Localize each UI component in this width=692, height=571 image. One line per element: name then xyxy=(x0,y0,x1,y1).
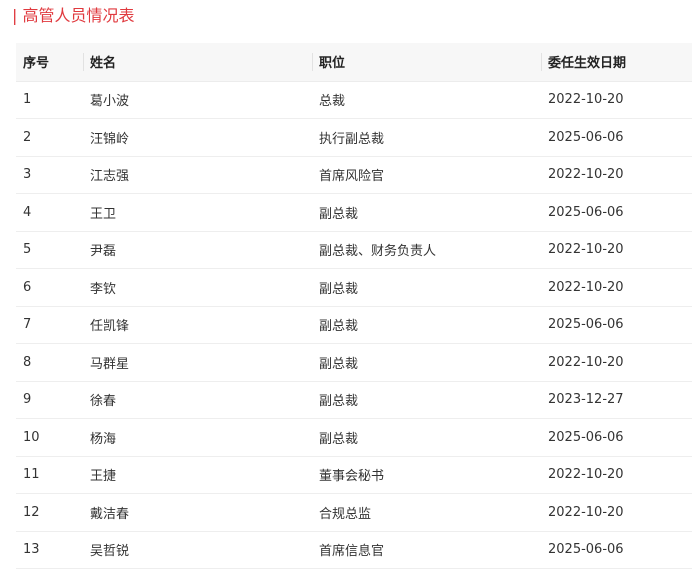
cell-name: 李钦 xyxy=(90,281,117,297)
table-row: 6 李钦 副总裁 2022-10-20 xyxy=(16,269,692,306)
cell-position: 副总裁 xyxy=(319,356,359,372)
cell-position: 执行副总裁 xyxy=(319,131,385,147)
header-name-label: 姓名 xyxy=(90,56,117,72)
cell-position: 副总裁 xyxy=(319,281,359,297)
cell-effective-date: 2022-10-20 xyxy=(548,242,624,258)
cell-effective-date: 2025-06-06 xyxy=(548,317,624,333)
cell-name: 戴洁春 xyxy=(90,506,130,522)
cell-effective-date: 2022-10-20 xyxy=(548,92,624,108)
header-effective-date-label: 委任生效日期 xyxy=(548,56,627,72)
cell-index: 4 xyxy=(23,204,32,220)
header-position: 职位 xyxy=(312,43,541,82)
cell-position: 副总裁 xyxy=(319,394,359,410)
cell-name: 尹磊 xyxy=(90,244,117,260)
header-index: 序号 xyxy=(16,43,83,82)
cell-position: 副总裁 xyxy=(319,206,359,222)
cell-index: 13 xyxy=(23,542,40,558)
table-row: 8 马群星 副总裁 2022-10-20 xyxy=(16,344,692,381)
cell-index: 3 xyxy=(23,167,32,183)
table-row: 13 吴哲锐 首席信息官 2025-06-06 xyxy=(16,531,692,569)
cell-name: 杨海 xyxy=(90,431,117,447)
cell-position: 副总裁 xyxy=(319,319,359,335)
table-row: 4 王卫 副总裁 2025-06-06 xyxy=(16,194,692,231)
table-row: 2 汪锦岭 执行副总裁 2025-06-06 xyxy=(16,119,692,156)
cell-effective-date: 2022-10-20 xyxy=(548,467,624,483)
table-row: 11 王捷 董事会秘书 2022-10-20 xyxy=(16,456,692,494)
cell-effective-date: 2023-12-27 xyxy=(548,392,624,408)
cell-index: 5 xyxy=(23,242,32,258)
header-position-label: 职位 xyxy=(319,56,346,72)
cell-effective-date: 2022-10-20 xyxy=(548,167,624,183)
cell-name: 王卫 xyxy=(90,206,117,222)
table-header-row: 序号 姓名 职位 委任生效日期 xyxy=(16,43,692,82)
cell-position: 总裁 xyxy=(319,94,346,110)
cell-index: 6 xyxy=(23,279,32,295)
table-row: 5 尹磊 副总裁、财务负责人 2022-10-20 xyxy=(16,231,692,269)
cell-position: 首席信息官 xyxy=(319,544,385,560)
cell-index: 12 xyxy=(23,504,40,520)
executives-table: 序号 姓名 职位 委任生效日期 1 葛小波 总裁 2022-10-20 2 汪锦岭 执行副总… xyxy=(16,43,692,569)
table-row: 1 葛小波 总裁 2022-10-20 xyxy=(16,81,692,119)
section-title: | 高管人员情况表 xyxy=(12,6,135,25)
cell-index: 8 xyxy=(23,354,32,370)
cell-effective-date: 2022-10-20 xyxy=(548,354,624,370)
page: | 高管人员情况表 序号 姓名 职位 委任生效日期 1 葛小波 总裁 2022-10-… xyxy=(0,0,692,571)
cell-position: 副总裁、财务负责人 xyxy=(319,244,437,260)
table-body: 1 葛小波 总裁 2022-10-20 2 汪锦岭 执行副总裁 2025-06-06 3 江志强首… xyxy=(16,81,692,569)
cell-position: 首席风险官 xyxy=(319,169,385,185)
cell-index: 11 xyxy=(23,467,40,483)
cell-effective-date: 2022-10-20 xyxy=(548,279,624,295)
cell-name: 任凯锋 xyxy=(90,319,130,335)
table-row: 12 戴洁春 合规总监 2022-10-20 xyxy=(16,494,692,531)
cell-name: 王捷 xyxy=(90,469,117,485)
cell-name: 汪锦岭 xyxy=(90,131,130,147)
cell-effective-date: 2025-06-06 xyxy=(548,542,624,558)
table-row: 7 任凯锋 副总裁 2025-06-06 xyxy=(16,306,692,344)
table-row: 10 杨海 副总裁 2025-06-06 xyxy=(16,419,692,456)
cell-name: 江志强 xyxy=(90,169,130,185)
cell-position: 合规总监 xyxy=(319,506,372,522)
cell-effective-date: 2025-06-06 xyxy=(548,204,624,220)
header-name: 姓名 xyxy=(83,43,312,82)
cell-name: 葛小波 xyxy=(90,94,130,110)
cell-index: 2 xyxy=(23,129,32,145)
column-separator xyxy=(83,53,84,71)
cell-index: 10 xyxy=(23,429,40,445)
cell-effective-date: 2025-06-06 xyxy=(548,129,624,145)
cell-name: 吴哲锐 xyxy=(90,544,130,560)
cell-effective-date: 2025-06-06 xyxy=(548,429,624,445)
cell-position: 董事会秘书 xyxy=(319,469,385,485)
cell-name: 马群星 xyxy=(90,356,130,372)
column-separator xyxy=(312,53,313,71)
cell-index: 9 xyxy=(23,392,32,408)
header-index-label: 序号 xyxy=(23,56,50,72)
cell-index: 7 xyxy=(23,317,32,333)
cell-effective-date: 2022-10-20 xyxy=(548,504,624,520)
cell-index: 1 xyxy=(23,92,32,108)
header-effective-date: 委任生效日期 xyxy=(541,43,692,82)
cell-name: 徐春 xyxy=(90,394,117,410)
cell-position: 副总裁 xyxy=(319,431,359,447)
column-separator xyxy=(541,53,542,71)
table-row: 9 徐春 副总裁 2023-12-27 xyxy=(16,381,692,419)
table-row: 3 江志强 首席风险官 2022-10-20 xyxy=(16,156,692,194)
